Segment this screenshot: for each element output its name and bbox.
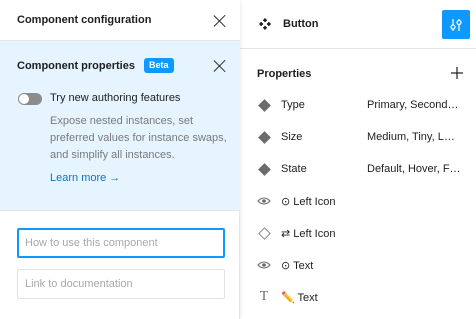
- property-name: Type: [281, 99, 305, 111]
- property-name: Size: [281, 131, 303, 143]
- property-row-text-boolean[interactable]: ⊙ Text: [240, 249, 476, 281]
- component-name: Button: [283, 18, 319, 30]
- property-name: ⇄ Left Icon: [281, 228, 336, 240]
- property-value: Default, Hover, F…: [367, 163, 461, 175]
- dismiss-callout-icon[interactable]: [213, 59, 227, 73]
- variant-diamond-icon: [257, 162, 271, 176]
- property-name: State: [281, 163, 307, 175]
- property-name: ⊙ Text: [281, 260, 314, 272]
- dialog-header: Component configuration: [0, 0, 240, 41]
- tune-button[interactable]: [442, 10, 470, 39]
- variant-diamond-icon: [257, 130, 271, 144]
- sliders-icon: [450, 18, 462, 31]
- usage-description-input[interactable]: [17, 228, 225, 258]
- properties-panel: Button Properties Type Primary, Second… …: [240, 0, 476, 319]
- component-configuration-dialog: Component configuration Component proper…: [0, 0, 240, 319]
- text-icon: T: [259, 289, 269, 304]
- property-row-left-icon-swap[interactable]: ⇄ Left Icon: [240, 217, 476, 249]
- property-row-type[interactable]: Type Primary, Second…: [240, 89, 476, 121]
- property-row-state[interactable]: State Default, Hover, F…: [240, 153, 476, 185]
- beta-callout: Component properties Beta Try new author…: [0, 41, 240, 211]
- property-name: ⊙ Left Icon: [281, 196, 336, 208]
- callout-description: Expose nested instances, set preferred v…: [50, 115, 227, 161]
- eye-icon: [257, 194, 271, 208]
- dialog-title: Component configuration: [17, 14, 152, 26]
- toggle-label: Try new authoring features: [50, 92, 181, 104]
- property-value: Primary, Second…: [367, 99, 459, 111]
- variant-diamond-icon: [257, 98, 271, 112]
- authoring-features-toggle[interactable]: [18, 93, 42, 105]
- property-row-text[interactable]: T ✏️ Text: [240, 281, 476, 313]
- close-icon[interactable]: [213, 14, 227, 28]
- learn-more-link[interactable]: Learn more →: [50, 172, 120, 184]
- panel-header: Button: [240, 0, 476, 49]
- instance-swap-icon: [257, 226, 271, 240]
- property-value: Medium, Tiny, L…: [367, 131, 455, 143]
- documentation-link-input[interactable]: [17, 269, 225, 299]
- properties-heading: Properties: [257, 68, 312, 80]
- component-icon: [259, 18, 271, 30]
- property-row-left-icon-boolean[interactable]: ⊙ Left Icon: [240, 185, 476, 217]
- property-row-size[interactable]: Size Medium, Tiny, L…: [240, 121, 476, 153]
- toggle-knob: [19, 94, 29, 104]
- beta-badge: Beta: [144, 58, 174, 73]
- add-property-icon[interactable]: [450, 66, 464, 80]
- component-properties-title: Component properties: [17, 60, 135, 72]
- eye-icon: [257, 258, 271, 272]
- property-name: ✏️ Text: [281, 292, 318, 304]
